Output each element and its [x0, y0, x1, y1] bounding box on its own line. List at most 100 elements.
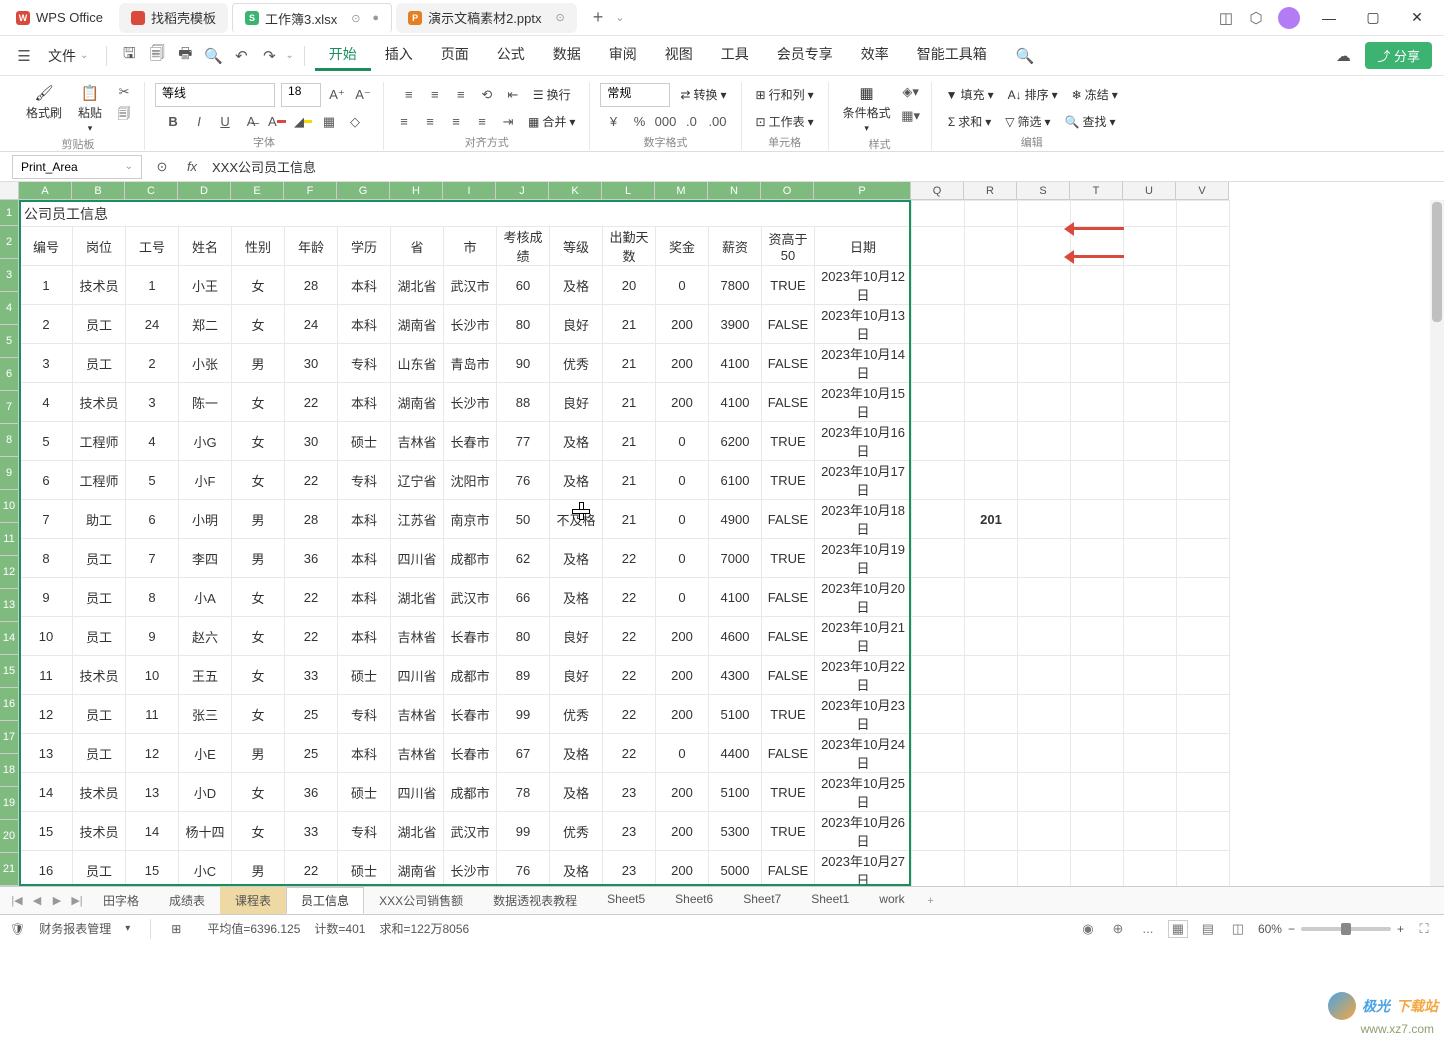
- col-header[interactable]: B: [72, 182, 125, 200]
- share-button[interactable]: ⤴ 分享: [1365, 42, 1432, 69]
- row-header[interactable]: 8: [0, 424, 19, 457]
- maximize-button[interactable]: ▢: [1358, 3, 1388, 33]
- col-header[interactable]: H: [390, 182, 443, 200]
- menu-视图[interactable]: 视图: [651, 40, 707, 71]
- tab-nav-first[interactable]: |◀: [8, 892, 26, 910]
- col-header[interactable]: U: [1123, 182, 1176, 200]
- tab-nav-last[interactable]: ▶|: [68, 892, 86, 910]
- panel-icon[interactable]: ◫: [1218, 10, 1234, 26]
- search-icon[interactable]: 🔍: [1013, 44, 1037, 68]
- view-page-icon[interactable]: ◫: [1228, 920, 1248, 938]
- comma-icon[interactable]: 000: [655, 112, 675, 132]
- align-top-icon[interactable]: ≡: [399, 85, 419, 105]
- select-all-corner[interactable]: [0, 182, 19, 200]
- menu-效率[interactable]: 效率: [847, 40, 903, 71]
- currency-icon[interactable]: ¥: [603, 112, 623, 132]
- row-header[interactable]: 2: [0, 226, 19, 259]
- cut-icon[interactable]: ✂: [114, 82, 134, 102]
- tab-nav-next[interactable]: ▶: [48, 892, 66, 910]
- increase-decimal-icon[interactable]: .00: [707, 112, 727, 132]
- justify-icon[interactable]: ≡: [472, 112, 492, 132]
- underline-icon[interactable]: U: [215, 112, 235, 132]
- col-header[interactable]: T: [1070, 182, 1123, 200]
- view-icon[interactable]: ⊞: [171, 922, 181, 936]
- format-painter-button[interactable]: 🖌格式刷: [22, 82, 66, 136]
- col-header[interactable]: L: [602, 182, 655, 200]
- file-menu[interactable]: 文件⌄: [40, 46, 96, 66]
- col-header[interactable]: R: [964, 182, 1017, 200]
- sum-button[interactable]: Σ 求和▾: [944, 111, 995, 132]
- cancel-icon[interactable]: ⊙: [152, 157, 172, 177]
- print-icon[interactable]: 🖶: [173, 44, 197, 68]
- percent-icon[interactable]: %: [629, 112, 649, 132]
- decrease-font-icon[interactable]: A⁻: [353, 85, 373, 105]
- sheet-tab[interactable]: Sheet1: [796, 887, 864, 914]
- row-header[interactable]: 3: [0, 259, 19, 292]
- highlight-icon[interactable]: ◢: [293, 112, 313, 132]
- merge-button[interactable]: ▦ 合并▾: [524, 111, 579, 132]
- number-format-select[interactable]: 常规: [600, 83, 670, 107]
- col-header[interactable]: V: [1176, 182, 1229, 200]
- col-header[interactable]: M: [655, 182, 708, 200]
- menu-审阅[interactable]: 审阅: [595, 40, 651, 71]
- row-header[interactable]: 17: [0, 721, 19, 754]
- vertical-scrollbar[interactable]: [1430, 200, 1444, 886]
- chevron-down-icon[interactable]: ⌄: [615, 11, 624, 24]
- increase-font-icon[interactable]: A⁺: [327, 85, 347, 105]
- menu-智能工具箱[interactable]: 智能工具箱: [903, 40, 1001, 71]
- col-header[interactable]: F: [284, 182, 337, 200]
- row-header[interactable]: 5: [0, 325, 19, 358]
- quick-print-icon[interactable]: 🗐: [145, 44, 169, 68]
- find-button[interactable]: 🔍 查找▾: [1061, 111, 1120, 132]
- fill-button[interactable]: ▼ 填充▾: [942, 84, 998, 105]
- bold-icon[interactable]: B: [163, 112, 183, 132]
- align-right-icon[interactable]: ≡: [446, 112, 466, 132]
- zoom-in-icon[interactable]: +: [1397, 922, 1404, 936]
- col-header[interactable]: J: [496, 182, 549, 200]
- zoom-out-icon[interactable]: −: [1288, 922, 1295, 936]
- paste-button[interactable]: 📋粘贴▾: [74, 82, 106, 136]
- align-left-icon[interactable]: ≡: [394, 112, 414, 132]
- rows-cols-button[interactable]: ⊞ 行和列▾: [752, 84, 818, 105]
- col-header[interactable]: K: [549, 182, 602, 200]
- indent-in-icon[interactable]: ⇥: [498, 112, 518, 132]
- row-header[interactable]: 10: [0, 490, 19, 523]
- menu-数据[interactable]: 数据: [539, 40, 595, 71]
- row-header[interactable]: 21: [0, 853, 19, 886]
- sheet-tab[interactable]: 员工信息: [286, 887, 364, 914]
- clear-format-icon[interactable]: ◇: [345, 112, 365, 132]
- fx-icon[interactable]: fx: [182, 157, 202, 177]
- col-header[interactable]: G: [337, 182, 390, 200]
- row-header[interactable]: 11: [0, 523, 19, 556]
- menu-公式[interactable]: 公式: [483, 40, 539, 71]
- indent-out-icon[interactable]: ⇤: [503, 85, 523, 105]
- freeze-button[interactable]: ❄ 冻结▾: [1068, 84, 1122, 105]
- menu-插入[interactable]: 插入: [371, 40, 427, 71]
- row-header[interactable]: 13: [0, 589, 19, 622]
- filter-button[interactable]: ▽ 筛选▾: [1001, 111, 1054, 132]
- font-color-icon[interactable]: A: [267, 112, 287, 132]
- col-header[interactable]: E: [231, 182, 284, 200]
- decrease-decimal-icon[interactable]: .0: [681, 112, 701, 132]
- chevron-down-icon[interactable]: ⌄: [285, 50, 293, 61]
- convert-button[interactable]: ⇄ 转换▾: [676, 84, 730, 105]
- user-avatar[interactable]: [1278, 7, 1300, 29]
- orientation-icon[interactable]: ⟲: [477, 85, 497, 105]
- tab-workbook[interactable]: S 工作簿3.xlsx ⊙ ●: [232, 3, 392, 33]
- save-icon[interactable]: 🖫: [117, 44, 141, 68]
- add-sheet-button[interactable]: +: [922, 892, 940, 910]
- menu-开始[interactable]: 开始: [315, 40, 371, 71]
- col-header[interactable]: O: [761, 182, 814, 200]
- copy-icon[interactable]: 🗐: [114, 106, 134, 126]
- undo-icon[interactable]: ↶: [229, 44, 253, 68]
- hamburger-icon[interactable]: ☰: [12, 44, 36, 68]
- row-header[interactable]: 12: [0, 556, 19, 589]
- col-header[interactable]: P: [814, 182, 911, 200]
- wrap-button[interactable]: ☰ 换行: [529, 84, 575, 105]
- sheet-tab[interactable]: XXX公司销售额: [364, 887, 478, 914]
- settings-icon[interactable]: ...: [1138, 920, 1158, 938]
- link-icon[interactable]: ⊕: [1108, 920, 1128, 938]
- cube-icon[interactable]: ⬡: [1248, 10, 1264, 26]
- row-header[interactable]: 15: [0, 655, 19, 688]
- view-layout-icon[interactable]: ▤: [1198, 920, 1218, 938]
